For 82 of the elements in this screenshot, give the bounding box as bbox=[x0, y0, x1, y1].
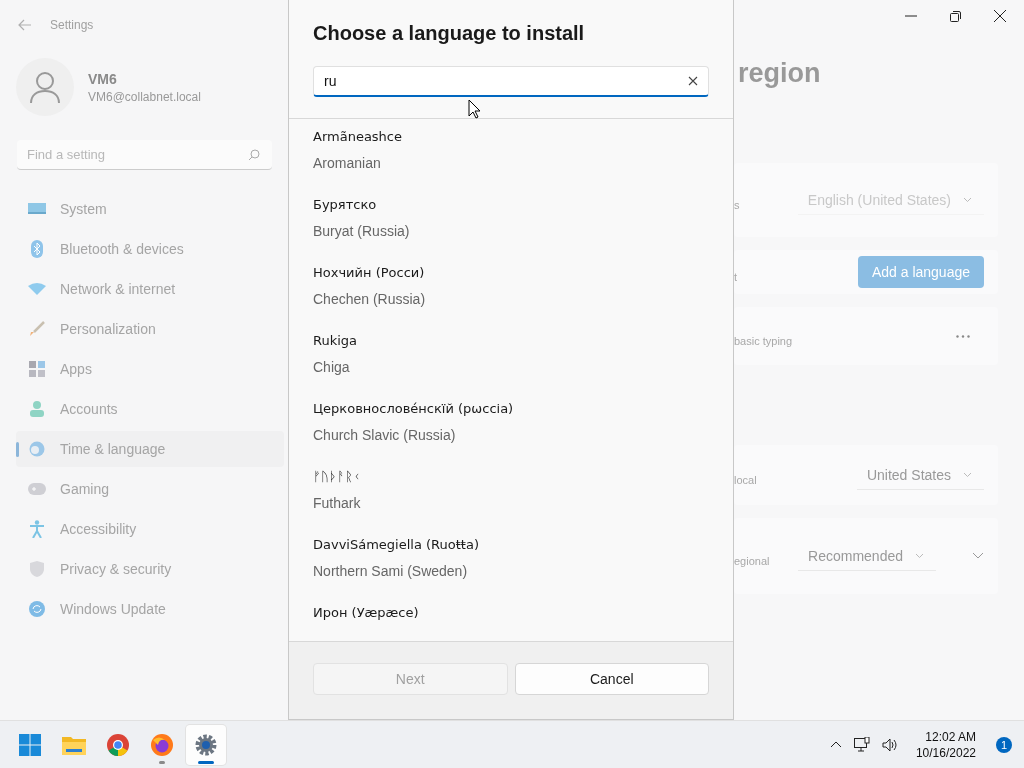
language-item[interactable]: Церковнослове́нскїй (рѡссіа) Church Slavic (Russia) bbox=[313, 401, 709, 469]
nav-item[interactable]: Accounts bbox=[16, 391, 284, 427]
clear-icon[interactable] bbox=[688, 76, 698, 86]
cancel-button[interactable]: Cancel bbox=[514, 663, 709, 695]
language-native-name: Ирон (Уæрæсе) bbox=[313, 605, 420, 620]
language-item[interactable]: Rukiga Chiga bbox=[313, 333, 709, 401]
nav-item[interactable]: Time & language bbox=[16, 431, 284, 467]
close-icon[interactable] bbox=[994, 10, 1006, 22]
add-language-button[interactable]: Add a language bbox=[857, 256, 984, 288]
page-title: region bbox=[738, 58, 822, 89]
nav-item[interactable]: Network & internet bbox=[16, 271, 284, 307]
fox-browser-icon bbox=[151, 733, 173, 756]
clock[interactable]: 12:02 AM 10/16/2022 bbox=[915, 729, 976, 760]
language-native-name: Бурятско bbox=[313, 197, 378, 212]
nav-item[interactable]: Accessibility bbox=[16, 511, 284, 547]
language-item[interactable]: Бурятско Buryat (Russia) bbox=[313, 197, 709, 265]
notification-badge[interactable]: 1 bbox=[996, 736, 1012, 753]
account-name: VM6 bbox=[88, 70, 118, 87]
language-name: Chiga bbox=[313, 359, 351, 375]
language-native-name: Нохчийн (Росси) bbox=[313, 265, 426, 280]
language-name: Aromanian bbox=[313, 155, 382, 171]
language-name: Church Slavic (Russia) bbox=[313, 427, 457, 443]
window-title: Settings bbox=[50, 18, 94, 32]
account-email: VM6@collabnet.local bbox=[88, 89, 201, 104]
language-item[interactable]: Ирон (Уæрæсе) bbox=[313, 605, 709, 641]
nav-item[interactable]: Privacy & security bbox=[16, 551, 284, 587]
restore-icon[interactable] bbox=[950, 10, 961, 22]
accessibility-icon bbox=[28, 520, 46, 538]
brush-icon bbox=[28, 321, 46, 337]
language-native-name: Armãneashce bbox=[313, 129, 403, 144]
setting-label: t bbox=[734, 271, 739, 283]
setting-label: basic typing bbox=[734, 335, 794, 347]
nav-item[interactable]: Windows Update bbox=[16, 591, 284, 627]
language-native-name: Церковнослове́нскїй (рѡссіа) bbox=[313, 401, 515, 416]
nav-item[interactable]: Apps bbox=[16, 351, 284, 387]
language-name: Northern Sami (Sweden) bbox=[313, 563, 469, 579]
dropdown[interactable]: Recommended bbox=[798, 541, 936, 571]
apps-icon bbox=[28, 361, 46, 377]
globe-clock-icon bbox=[28, 441, 46, 457]
language-item[interactable]: ᚠᚢᚦᚨᚱᚲ Futhark bbox=[313, 469, 709, 537]
language-native-name: ᚠᚢᚦᚨᚱᚲ bbox=[313, 469, 362, 484]
search-field[interactable]: Find a setting bbox=[17, 140, 272, 170]
dialog-title: Choose a language to install bbox=[313, 22, 586, 45]
wifi-icon bbox=[28, 283, 46, 295]
update-icon bbox=[28, 601, 46, 617]
gear-icon bbox=[195, 733, 217, 756]
folder-icon bbox=[62, 734, 86, 755]
setting-label: s bbox=[734, 199, 741, 211]
setting-label: egional bbox=[734, 555, 771, 567]
language-native-name: DavviSámegiella (Ruoŧŧa) bbox=[313, 537, 480, 552]
nav-item[interactable]: Gaming bbox=[16, 471, 284, 507]
person-icon bbox=[28, 401, 46, 417]
shield-icon bbox=[28, 561, 46, 577]
chevron-up-icon[interactable] bbox=[829, 741, 842, 748]
chevron-icon bbox=[915, 552, 924, 559]
network-icon[interactable] bbox=[853, 736, 870, 753]
language-native-name: Rukiga bbox=[313, 333, 359, 348]
controller-icon bbox=[28, 483, 46, 495]
language-item[interactable]: DavviSámegiella (Ruoŧŧa) Northern Sami (Sweden) bbox=[313, 537, 709, 605]
monitor-icon bbox=[28, 202, 46, 216]
language-name: Buryat (Russia) bbox=[313, 223, 411, 239]
nav-item[interactable]: Personalization bbox=[16, 311, 284, 347]
more-icon[interactable] bbox=[956, 334, 970, 338]
chevron-icon bbox=[963, 196, 972, 203]
chevron-icon bbox=[963, 471, 972, 478]
nav-item[interactable]: System bbox=[16, 191, 284, 227]
search-field[interactable]: ru bbox=[313, 66, 709, 97]
taskbar-app[interactable] bbox=[186, 724, 226, 765]
pointer-icon bbox=[468, 99, 481, 119]
language-item[interactable]: Armãneashce Aromanian bbox=[313, 129, 709, 197]
language-name: Futhark bbox=[313, 495, 362, 511]
search-icon bbox=[248, 149, 260, 161]
language-item[interactable]: Нохчийн (Росси) Chechen (Russia) bbox=[313, 265, 709, 333]
chevron-icon[interactable] bbox=[972, 552, 984, 560]
speaker-icon[interactable] bbox=[881, 737, 898, 752]
language-name: Chechen (Russia) bbox=[313, 291, 427, 307]
browser-icon bbox=[107, 733, 129, 756]
setting-label: local bbox=[734, 474, 758, 486]
dropdown[interactable]: United States bbox=[856, 460, 984, 490]
bluetooth-icon bbox=[28, 240, 46, 258]
nav-item[interactable]: Bluetooth & devices bbox=[16, 231, 284, 267]
windows-logo-icon bbox=[19, 733, 41, 756]
